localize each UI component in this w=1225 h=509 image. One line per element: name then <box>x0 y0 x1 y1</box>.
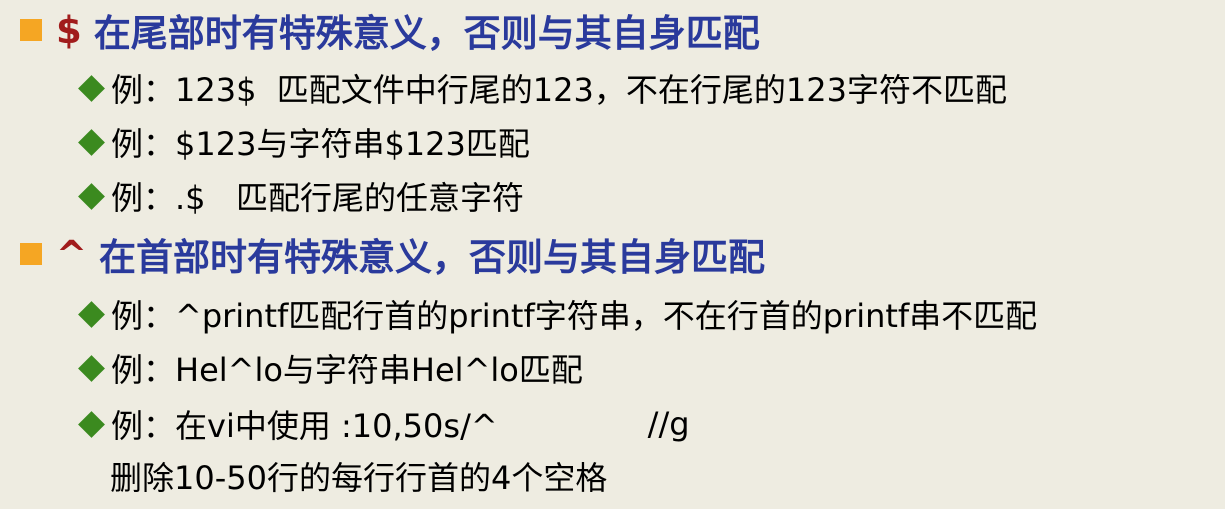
vi-example-item: 例：在vi中使用 :10,50s/^ //g <box>78 402 690 446</box>
green-diamond-icon <box>78 74 105 102</box>
example-text: 例：123$ 匹配文件中行尾的123，不在行尾的123字符不匹配 <box>111 71 1007 109</box>
vi-command-end: //g <box>647 405 690 443</box>
heading-dollar: $ 在尾部时有特殊意义，否则与其自身匹配 <box>20 6 760 55</box>
caret-symbol: ^ <box>56 232 88 276</box>
example-item: 例：.$ 匹配行尾的任意字符 <box>78 174 524 218</box>
vi-command-start: 例：在vi中使用 :10,50s/^ <box>111 407 498 445</box>
example-item: 例：^printf匹配行首的printf字符串，不在行首的printf串不匹配 <box>78 292 1037 336</box>
example-item: 例：123$ 匹配文件中行尾的123，不在行尾的123字符不匹配 <box>78 66 1007 110</box>
green-diamond-icon <box>78 410 105 438</box>
continuation-text: 删除10-50行的每行行首的4个空格 <box>110 459 608 497</box>
green-diamond-icon <box>78 128 105 156</box>
green-diamond-icon <box>78 182 105 210</box>
green-diamond-icon <box>78 354 105 382</box>
dollar-symbol: $ <box>56 8 82 52</box>
orange-square-icon <box>20 19 42 41</box>
example-text: 例：Hel^lo与字符串Hel^lo匹配 <box>111 351 583 389</box>
continuation-line: 删除10-50行的每行行首的4个空格 <box>110 454 607 498</box>
orange-square-icon <box>20 243 42 265</box>
heading-caret: ^ 在首部时有特殊意义，否则与其自身匹配 <box>20 230 766 279</box>
example-text: 例：.$ 匹配行尾的任意字符 <box>111 179 525 217</box>
green-diamond-icon <box>78 300 105 328</box>
slide: $ 在尾部时有特殊意义，否则与其自身匹配 例：123$ 匹配文件中行尾的123，… <box>0 0 1225 509</box>
example-text: 例：$123与字符串$123匹配 <box>111 125 530 163</box>
heading-text: 在首部时有特殊意义，否则与其自身匹配 <box>99 236 766 279</box>
example-item: 例：$123与字符串$123匹配 <box>78 120 530 164</box>
heading-text: 在尾部时有特殊意义，否则与其自身匹配 <box>93 12 760 55</box>
example-text: 例：^printf匹配行首的printf字符串，不在行首的printf串不匹配 <box>111 297 1038 335</box>
example-item: 例：Hel^lo与字符串Hel^lo匹配 <box>78 346 583 390</box>
